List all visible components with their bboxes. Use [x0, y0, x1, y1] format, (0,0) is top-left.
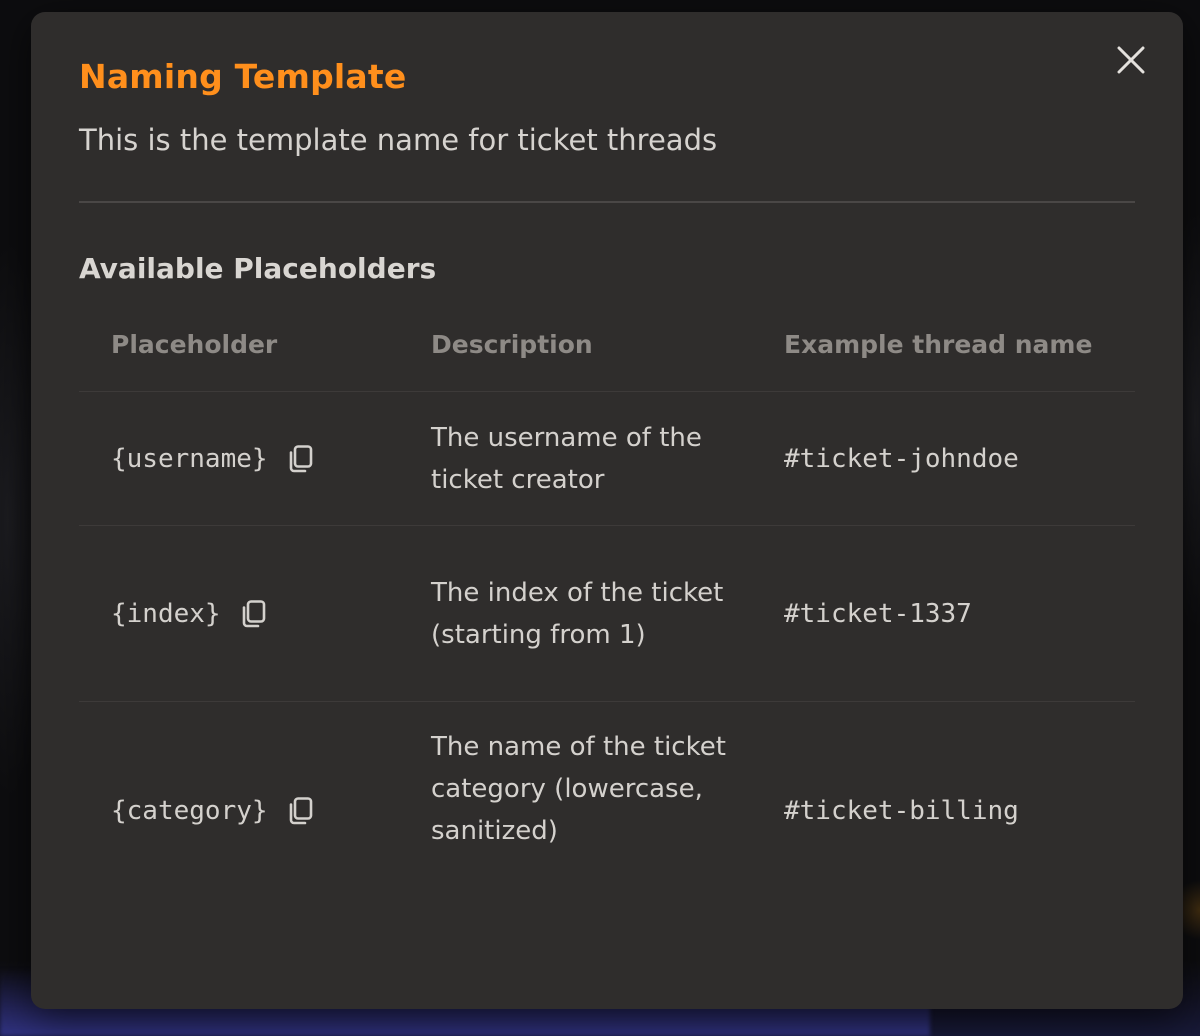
placeholders-table: Placeholder Description Example thread n…: [79, 329, 1135, 920]
table-header-row: Placeholder Description Example thread n…: [79, 329, 1135, 392]
close-icon: [1117, 46, 1145, 74]
description-cell: The index of the ticket (starting from 1…: [399, 525, 752, 702]
copy-icon: [242, 599, 265, 627]
table-row: {category} The name of the ticket catego…: [79, 702, 1135, 921]
modal-title: Naming Template: [79, 57, 407, 96]
example-cell: #ticket-1337: [752, 525, 1135, 702]
example-cell: #ticket-billing: [784, 796, 1019, 826]
column-header-example: Example thread name: [752, 329, 1135, 392]
description-cell: The username of the ticket creator: [399, 391, 752, 526]
copy-icon: [289, 444, 312, 472]
example-cell: #ticket-johndoe: [752, 391, 1135, 526]
modal-subtitle: This is the template name for ticket thr…: [79, 123, 718, 157]
copy-button[interactable]: [286, 796, 314, 826]
placeholder-code: {category}: [111, 796, 268, 826]
placeholder-cell: {index}: [79, 525, 399, 702]
table-row: {username} The username of the ticket cr…: [79, 391, 1135, 526]
section-heading: Available Placeholders: [79, 252, 437, 285]
column-header-description: Description: [399, 329, 752, 392]
placeholder-code: {index}: [111, 598, 221, 629]
copy-icon: [289, 797, 312, 825]
copy-button[interactable]: [286, 444, 314, 474]
placeholder-cell: {username}: [79, 391, 399, 526]
description-cell: The name of the ticket category (lowerca…: [431, 732, 726, 846]
placeholder-code: {username}: [111, 443, 268, 474]
naming-template-modal: Naming Template This is the template nam…: [31, 12, 1183, 1009]
table-row: {index} The index of the ticket (startin…: [79, 525, 1135, 702]
close-button[interactable]: [1113, 42, 1149, 78]
column-header-placeholder: Placeholder: [79, 329, 399, 392]
divider: [79, 201, 1135, 203]
copy-button[interactable]: [239, 599, 267, 629]
placeholder-cell: {category}: [79, 702, 399, 921]
